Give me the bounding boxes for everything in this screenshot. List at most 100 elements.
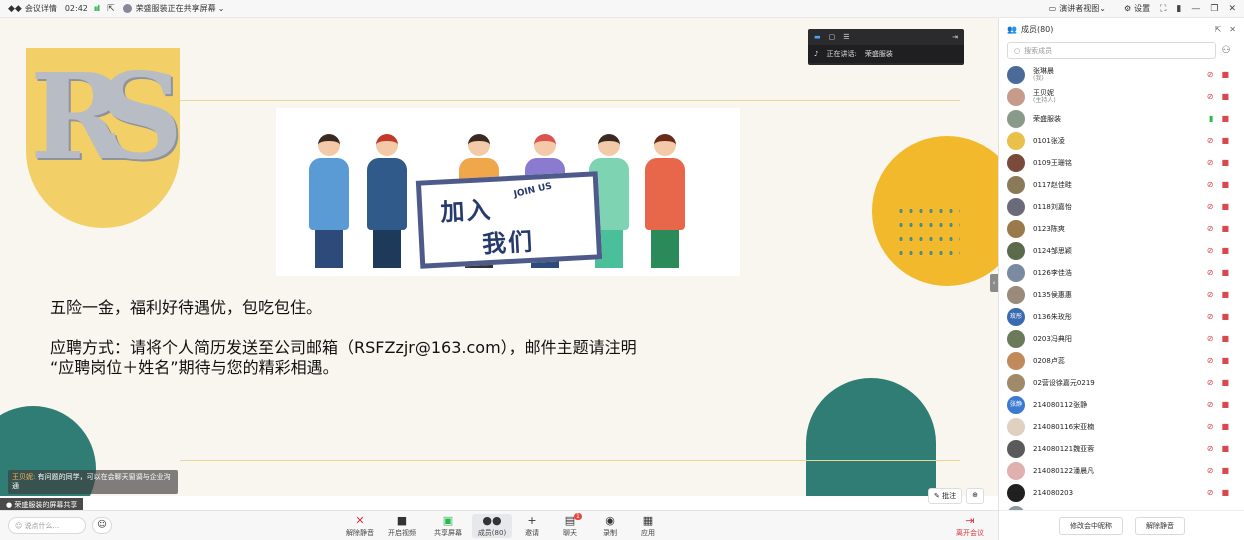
leave-meeting-button[interactable]: ⇥ 离开会议 — [950, 514, 990, 538]
floating-video-window[interactable]: ▬ ▢ ☰ ⇥ ♪ 正在讲话: 荣盛服装 — [808, 29, 964, 65]
member-row[interactable]: 张静 214080112张静 ⊘ ■ — [999, 394, 1244, 416]
video-off-icon[interactable]: ■ — [1221, 268, 1229, 277]
member-row[interactable]: 0208卢蕊 ⊘ ■ — [999, 350, 1244, 372]
fullscreen-icon[interactable]: ⛶ — [1160, 4, 1166, 14]
chat-popup[interactable]: 王贝妮: 有问题的同学，可以在会聊天窗调与企业沟通 — [8, 470, 178, 494]
minimize-window-icon[interactable]: ▬ — [814, 33, 821, 41]
apps-button[interactable]: ▦ 应用 — [628, 514, 668, 538]
mic-muted-icon[interactable]: ⊘ — [1207, 70, 1214, 79]
unmute-all-button[interactable]: 解除静音 — [1135, 516, 1185, 535]
add-member-icon[interactable]: ⚇ — [1216, 45, 1236, 56]
rename-button[interactable]: 修改会中昵称 — [1059, 516, 1123, 535]
member-row[interactable]: 214080203 ⊘ ■ — [999, 482, 1244, 504]
mic-muted-icon[interactable]: ⊘ — [1207, 92, 1214, 101]
external-link-icon[interactable]: ⇱ — [107, 4, 115, 14]
signal-icon[interactable]: ııl — [94, 4, 100, 13]
popout-icon[interactable]: ⇱ — [1215, 25, 1222, 34]
member-row[interactable]: 荣盛服装 ▮ ■ — [999, 108, 1244, 130]
share-screen-button[interactable]: ▣ 共享屏幕 — [428, 514, 468, 538]
mic-muted-icon[interactable]: ⊘ — [1207, 312, 1214, 321]
video-off-icon[interactable]: ■ — [1221, 312, 1229, 321]
chat-button[interactable]: ▤ 1 聊天 — [550, 513, 590, 538]
video-off-icon[interactable]: ■ — [1221, 356, 1229, 365]
mic-muted-icon[interactable]: ⊘ — [1207, 246, 1214, 255]
mic-muted-icon[interactable]: ⊘ — [1207, 158, 1214, 167]
window-restore-icon[interactable]: ▢ — [829, 33, 836, 41]
member-row[interactable]: 0117赵佳畦 ⊘ ■ — [999, 174, 1244, 196]
minimize-icon[interactable]: — — [1191, 4, 1200, 14]
zoom-button[interactable]: ⊕ — [966, 488, 984, 504]
collapse-icon[interactable]: ⇥ — [952, 33, 958, 41]
sidebar-toggle-icon[interactable]: ▮ — [1176, 4, 1181, 14]
settings-button[interactable]: ⚙ 设置 — [1124, 3, 1150, 14]
mic-muted-icon[interactable]: ⊘ — [1207, 224, 1214, 233]
chat-input[interactable]: ☺ 说点什么... — [8, 517, 86, 534]
close-icon[interactable]: ✕ — [1229, 25, 1236, 34]
video-off-icon[interactable]: ■ — [1221, 92, 1229, 101]
member-row[interactable]: 02营设徐嘉元0219 ⊘ ■ — [999, 372, 1244, 394]
mic-muted-icon[interactable]: ⊘ — [1207, 488, 1214, 497]
reaction-button[interactable]: ☺ — [92, 517, 112, 534]
video-off-icon[interactable]: ■ — [1221, 114, 1229, 123]
member-status-icons: ⊘ ■ — [1207, 312, 1229, 321]
video-off-icon[interactable]: ■ — [1221, 180, 1229, 189]
mic-muted-icon[interactable]: ⊘ — [1207, 290, 1214, 299]
video-off-icon[interactable]: ■ — [1221, 158, 1229, 167]
list-icon[interactable]: ☰ — [843, 33, 849, 41]
member-row[interactable]: 0126李佳浩 ⊘ ■ — [999, 262, 1244, 284]
member-row[interactable]: 214080121魏亚蓉 ⊘ ■ — [999, 438, 1244, 460]
members-button[interactable]: ●● 成员(80) — [472, 514, 512, 538]
video-off-icon[interactable]: ■ — [1221, 246, 1229, 255]
mic-muted-icon[interactable]: ⊘ — [1207, 466, 1214, 475]
video-off-icon[interactable]: ■ — [1221, 400, 1229, 409]
unmute-button[interactable]: ✕ 解除静音 — [340, 514, 380, 538]
mic-muted-icon[interactable]: ⊘ — [1207, 422, 1214, 431]
member-row[interactable]: 0123陈爽 ⊘ ■ — [999, 218, 1244, 240]
mic-muted-icon[interactable]: ⊘ — [1207, 356, 1214, 365]
mic-muted-icon[interactable]: ⊘ — [1207, 378, 1214, 387]
restore-icon[interactable]: ❐ — [1210, 4, 1218, 14]
panel-collapse-handle[interactable]: ‹ — [990, 274, 998, 292]
member-row[interactable]: 0118刘嘉怡 ⊘ ■ — [999, 196, 1244, 218]
video-off-icon[interactable]: ■ — [1221, 378, 1229, 387]
video-off-icon[interactable]: ■ — [1221, 290, 1229, 299]
video-off-icon[interactable]: ■ — [1221, 70, 1229, 79]
member-row[interactable]: 0109王珊铭 ⊘ ■ — [999, 152, 1244, 174]
video-off-icon[interactable]: ■ — [1221, 444, 1229, 453]
video-off-icon[interactable]: ■ — [1221, 202, 1229, 211]
meeting-details-button[interactable]: ◆◆ 会议详情 — [8, 3, 57, 14]
mic-muted-icon[interactable]: ⊘ — [1207, 444, 1214, 453]
member-row[interactable]: 214080116宋亚楠 ⊘ ■ — [999, 416, 1244, 438]
video-off-icon[interactable]: ■ — [1221, 488, 1229, 497]
member-row[interactable]: 王贝妮 (主持人) ⊘ ■ — [999, 86, 1244, 108]
member-row[interactable]: 玫彤 0136朱玫彤 ⊘ ■ — [999, 306, 1244, 328]
illustration-person — [642, 134, 688, 268]
member-search-input[interactable]: ○ 搜索成员 — [1007, 42, 1216, 59]
member-row[interactable]: 0124邹思颖 ⊘ ■ — [999, 240, 1244, 262]
view-mode-button[interactable]: ▭ 演讲者视图 ⌄ — [1049, 3, 1106, 14]
start-video-button[interactable]: ■ 开启视频 — [382, 514, 422, 538]
sharing-status-dropdown[interactable]: 荣盛服装正在共享屏幕 ⌄ — [122, 3, 224, 14]
mic-muted-icon[interactable]: ⊘ — [1207, 400, 1214, 409]
member-row[interactable]: 0101张凌 ⊘ ■ — [999, 130, 1244, 152]
record-button[interactable]: ◉ 录制 — [590, 514, 630, 538]
video-off-icon[interactable]: ■ — [1221, 466, 1229, 475]
close-icon[interactable]: ✕ — [1228, 4, 1236, 14]
video-off-icon[interactable]: ■ — [1221, 136, 1229, 145]
video-off-icon[interactable]: ■ — [1221, 224, 1229, 233]
mic-muted-icon[interactable]: ⊘ — [1207, 136, 1214, 145]
mic-muted-icon[interactable]: ⊘ — [1207, 202, 1214, 211]
member-row[interactable]: 0203冯典阳 ⊘ ■ — [999, 328, 1244, 350]
invite-button[interactable]: + 邀请 — [512, 514, 552, 538]
mic-muted-icon[interactable]: ⊘ — [1207, 268, 1214, 277]
mic-on-icon[interactable]: ▮ — [1209, 114, 1213, 123]
member-row[interactable]: 214080122潘晨凡 ⊘ ■ — [999, 460, 1244, 482]
member-row[interactable]: 0135侯惠惠 ⊘ ■ — [999, 284, 1244, 306]
layout-icon: ▭ — [1048, 4, 1057, 13]
annotate-button[interactable]: ✎ 批注 — [928, 488, 963, 504]
video-off-icon[interactable]: ■ — [1221, 334, 1229, 343]
video-off-icon[interactable]: ■ — [1221, 422, 1229, 431]
mic-muted-icon[interactable]: ⊘ — [1207, 334, 1214, 343]
mic-muted-icon[interactable]: ⊘ — [1207, 180, 1214, 189]
member-row[interactable]: 张琳晨 (我) ⊘ ■ — [999, 64, 1244, 86]
